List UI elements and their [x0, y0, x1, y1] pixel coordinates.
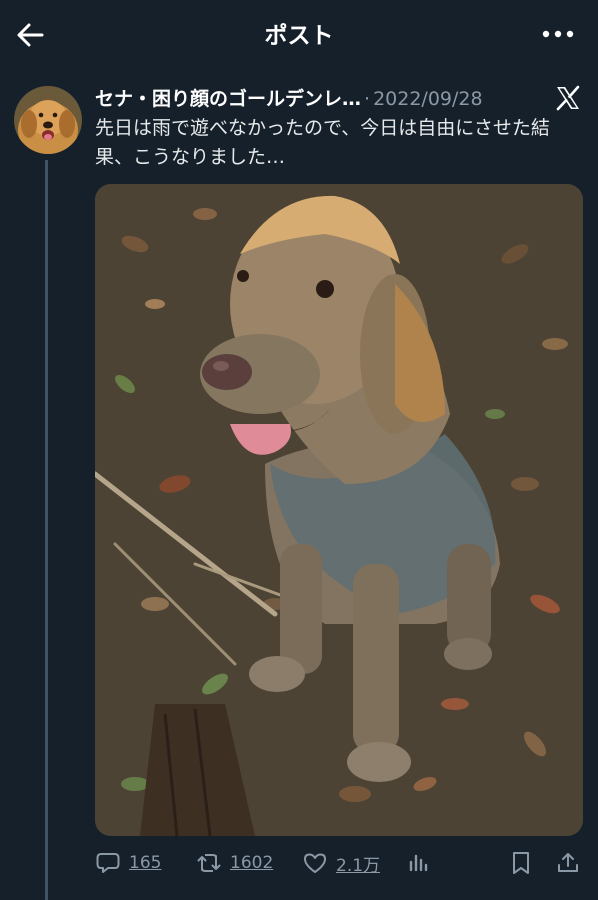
x-logo-icon	[556, 85, 580, 111]
top-bar: ポスト	[0, 0, 598, 68]
analytics-icon	[409, 854, 428, 872]
reply-button[interactable]: 165	[95, 846, 161, 880]
post-text: 先日は雨で遊べなかったので、今日は自由にさせた結果、こうなりました…	[95, 117, 550, 168]
avatar-image	[14, 86, 82, 154]
share-icon	[558, 853, 578, 872]
action-bar: 165 1602 2.1万	[95, 846, 590, 880]
separator-dot: ·	[364, 88, 371, 110]
repost-count: 1602	[230, 853, 274, 873]
post-date[interactable]: 2022/09/28	[373, 88, 483, 110]
bookmark-icon	[513, 852, 529, 874]
comment-icon	[96, 853, 120, 873]
repost-button[interactable]: 1602	[196, 846, 273, 880]
bookmark-button[interactable]	[508, 846, 534, 880]
heart-icon	[304, 853, 326, 873]
more-button[interactable]	[540, 22, 576, 46]
views-button[interactable]	[406, 846, 432, 880]
page-title: ポスト	[264, 23, 334, 49]
repost-icon	[197, 854, 221, 872]
share-button[interactable]	[555, 846, 581, 880]
photo-muddy-dog	[95, 184, 583, 836]
avatar[interactable]	[14, 86, 82, 154]
thread-line	[45, 160, 48, 900]
author-name[interactable]: セナ・困り顔のゴールデンレ…	[95, 88, 361, 110]
like-count: 2.1万	[336, 855, 381, 876]
post-photo[interactable]	[95, 184, 583, 836]
post-header: セナ・困り顔のゴールデンレ… · 2022/09/28	[95, 84, 555, 114]
more-horizontal-icon	[542, 30, 574, 38]
like-button[interactable]: 2.1万	[302, 846, 380, 880]
reply-count: 165	[129, 853, 162, 873]
